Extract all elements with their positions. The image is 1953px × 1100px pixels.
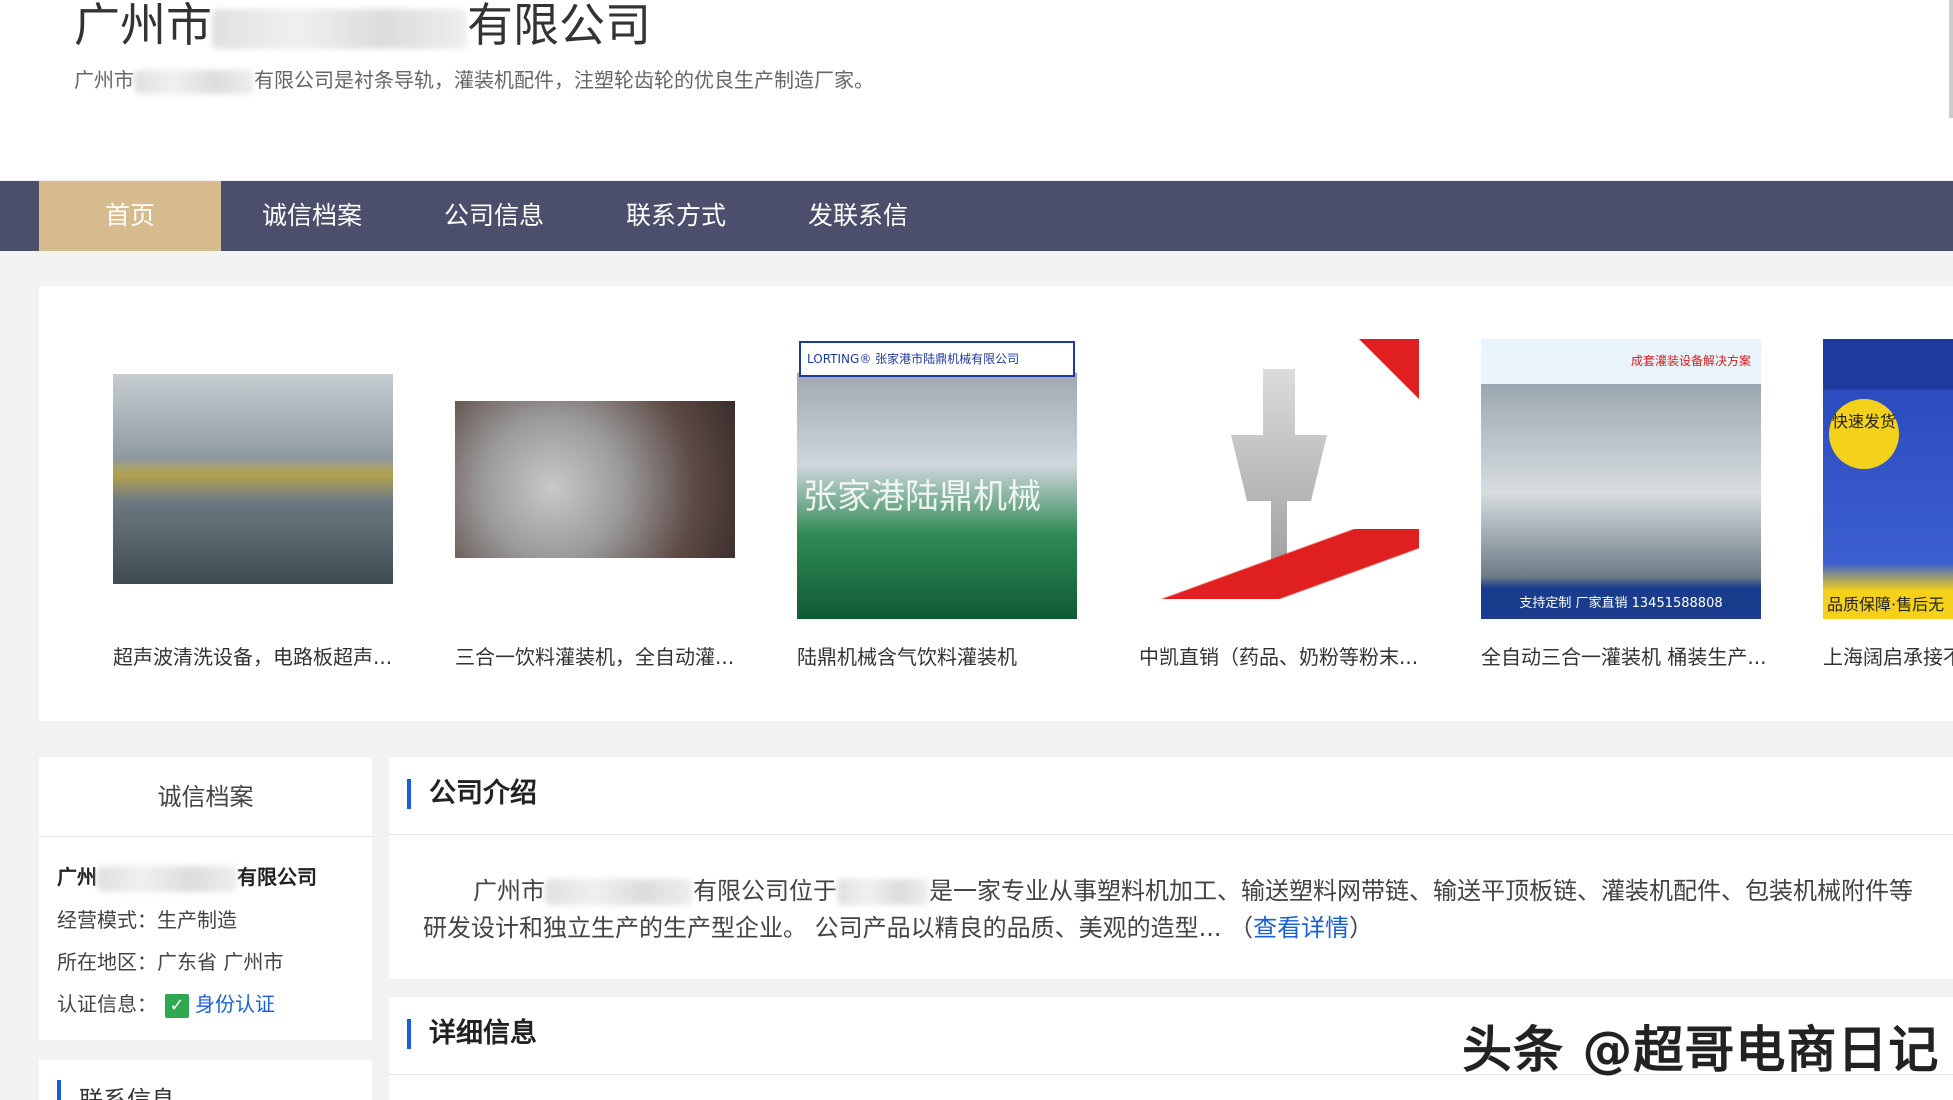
region-value: 广东省 广州市 [157,950,284,974]
region-row: 所在地区：广东省 广州市 [57,946,283,975]
image-bottom-banner: 支持定制 厂家直销 13451588808 [1519,596,1723,611]
business-mode-row: 经营模式：生产制造 [57,904,237,933]
intro-text-part: ） [1349,914,1374,942]
region-label: 所在地区： [57,950,157,974]
product-card[interactable]: 三合一饮料灌装机，全自动灌... [407,286,735,721]
intro-title: 公司介绍 [407,779,537,809]
verified-check-icon: ✓ [165,993,189,1018]
company-desc-suffix: 有限公司是衬条导轨，灌装机配件，注塑轮齿轮的优良生产制造厂家。 [254,68,874,92]
product-image[interactable]: LORTING® 张家港市陆鼎机械有限公司 张家港陆鼎机械 [797,339,1077,619]
nav-company-info[interactable]: 公司信息 [403,181,585,251]
company-name-suffix: 有限公司 [237,865,317,889]
nav-send-message[interactable]: 发联系信 [767,181,949,251]
panel-title: 诚信档案 [39,757,372,837]
product-card[interactable]: 快速发货 品质保障·售后无 上海阔启承接不锈 [1775,286,1953,721]
brand-banner: LORTING® 张家港市陆鼎机械有限公司 [799,341,1075,377]
intro-line: 广州市 有限公司位于 是一家专业从事塑料机加工、输送塑料网带链、输送平顶板链、灌装机… [423,873,1953,910]
business-mode-value: 生产制造 [157,908,237,932]
fast-delivery-badge: 快速发货 [1829,399,1899,469]
main-nav: 首页 诚信档案 公司信息 联系方式 发联系信 [0,181,1953,251]
product-card[interactable]: 成套灌装设备解决方案 支持定制 厂家直销 13451588808 全自动三合一灌… [1433,286,1766,721]
product-image[interactable] [1139,339,1419,619]
watermark: 头条 @超哥电商日记 [1462,1021,1940,1079]
product-card[interactable]: 超声波清洗设备，电路板超声... [65,286,393,721]
product-carousel: 超声波清洗设备，电路板超声... 三合一饮料灌装机，全自动灌... LORTIN… [39,286,1953,721]
section-divider [389,834,1953,835]
product-caption[interactable]: 三合一饮料灌装机，全自动灌... [455,641,734,670]
redacted-location-blur [837,879,929,905]
product-caption[interactable]: 全自动三合一灌装机 桶装生产... [1481,641,1766,670]
view-details-link[interactable]: 查看详情 [1253,914,1349,942]
redacted-name-blur [97,865,237,892]
redacted-name-blur [212,8,467,49]
company-title-suffix: 有限公司 [467,0,651,52]
image-bottom-banner: 品质保障·售后无 [1827,595,1945,614]
company-title: 广州市 有限公司 [74,0,651,50]
intro-text: 广州市 有限公司位于 是一家专业从事塑料机加工、输送塑料网带链、输送平顶板链、灌装机… [423,873,1953,947]
product-image[interactable]: 成套灌装设备解决方案 支持定制 厂家直销 13451588808 [1481,339,1761,619]
intro-text-part: 有限公司位于 [693,877,837,905]
product-card[interactable]: 中凯直销（药品、奶粉等粉末... [1091,286,1419,721]
corner-decoration [1359,339,1419,399]
sidebar-company-name[interactable]: 广州 有限公司 [57,861,317,892]
certification-label: 认证信息： [57,992,157,1016]
intro-text-part: 是一家专业从事塑料机加工、输送塑料网带链、输送平顶板链、灌装机配件、包装机械附件… [929,877,1913,905]
certification-row: 认证信息： ✓ 身份认证 [57,988,275,1018]
red-swoosh-decoration [1139,529,1419,599]
nav-home[interactable]: 首页 [39,181,221,251]
company-intro-section: 公司介绍 广州市 有限公司位于 是一家专业从事塑料机加工、输送塑料网带链、输送平顶板… [389,757,1953,979]
product-caption[interactable]: 陆鼎机械含气饮料灌装机 [797,641,1017,670]
contact-info-title: 联系信息 [57,1080,175,1100]
intro-line: 研发设计和独立生产的生产型企业。 公司产品以精良的品质、美观的造型... （查看… [423,910,1953,947]
nav-credit-file[interactable]: 诚信档案 [221,181,403,251]
identity-verification-link[interactable]: 身份认证 [195,992,275,1016]
product-card[interactable]: LORTING® 张家港市陆鼎机械有限公司 张家港陆鼎机械 陆鼎机械含气饮料灌装… [749,286,1077,721]
product-image[interactable] [113,374,393,584]
image-overlay-text: 张家港陆鼎机械 [803,477,1041,517]
intro-text-part: 研发设计和独立生产的生产型企业。 公司产品以精良的品质、美观的造型... （ [423,914,1254,942]
company-title-prefix: 广州市 [74,0,212,52]
product-caption[interactable]: 超声波清洗设备，电路板超声... [113,641,392,670]
site-header: 广州市 有限公司 广州市 有限公司是衬条导轨，灌装机配件，注塑轮齿轮的优良生产制造厂… [0,0,1953,180]
product-caption[interactable]: 上海阔启承接不锈 [1823,641,1953,670]
company-description: 广州市 有限公司是衬条导轨，灌装机配件，注塑轮齿轮的优良生产制造厂家。 [74,64,874,94]
contact-info-panel: 联系信息 [39,1060,372,1100]
intro-text-part: 广州市 [473,877,545,905]
product-image[interactable] [455,401,735,558]
business-mode-label: 经营模式： [57,908,157,932]
redacted-name-blur [545,879,693,905]
window-edge [1949,0,1953,118]
credit-file-panel: 诚信档案 广州 有限公司 经营模式：生产制造 所在地区：广东省 广州市 认证信息：… [39,757,372,1040]
redacted-name-blur [134,69,254,94]
product-caption[interactable]: 中凯直销（药品、奶粉等粉末... [1139,641,1418,670]
nav-contact[interactable]: 联系方式 [585,181,767,251]
product-image[interactable]: 快速发货 品质保障·售后无 [1823,339,1953,619]
company-desc-prefix: 广州市 [74,68,134,92]
company-name-prefix: 广州 [57,865,97,889]
image-top-banner: 成套灌装设备解决方案 [1630,354,1751,368]
details-title: 详细信息 [407,1019,537,1049]
